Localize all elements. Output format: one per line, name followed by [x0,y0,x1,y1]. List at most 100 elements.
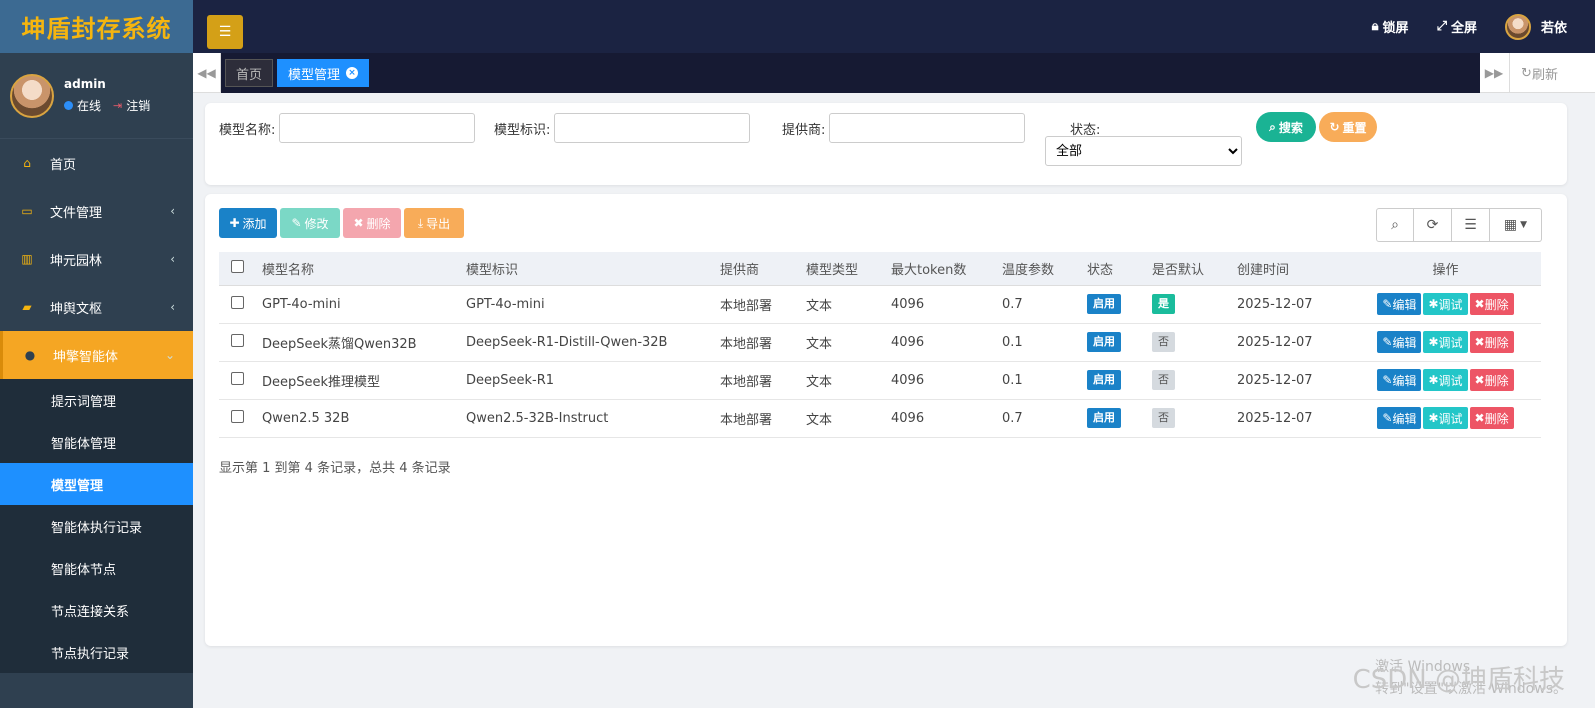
row-edit-button[interactable]: ✎ 编辑 [1377,293,1422,315]
row-checkbox[interactable] [231,295,244,309]
fullscreen-button[interactable]: ⤢ 全屏 [1437,17,1477,36]
provider-input[interactable] [829,113,1026,143]
search-button-label: 搜索 [1278,120,1303,135]
column-header[interactable]: 温度参数 [996,252,1081,286]
table-panel: ✚ 添加 ✎ 修改 ✖ 删除 ⤓ 导出 ⌕ ⟳ ☰ ▦ ▼ 模型名称 模型标识 提供商 模型类型… [205,194,1567,646]
submenu-item-0[interactable]: 提示词管理 [0,379,193,421]
status-cell: 启用 [1081,399,1146,438]
row-delete-button[interactable]: ✖ 删除 [1469,407,1514,429]
add-label: 添加 [242,216,267,231]
submenu-item-3[interactable]: 智能体执行记录 [0,505,193,547]
row-edit-button[interactable]: ✎ 编辑 [1377,369,1422,391]
column-header[interactable]: 模型名称 [256,252,460,286]
search-button[interactable]: ⌕ 搜索 [1256,112,1316,142]
toggle-view-button[interactable]: ☰ [1452,208,1490,242]
column-header[interactable]: 提供商 [714,252,800,286]
bug-icon: ✱ [1428,373,1439,387]
menu-toggle-button[interactable]: ☰ [207,15,243,49]
column-header[interactable]: 最大token数 [885,252,996,286]
temperature-cell: 0.1 [996,361,1081,400]
lock-icon: 🔒︎ [1371,19,1379,34]
sidebar-item-4[interactable]: ● 坤擎智能体 ⌄ [0,331,193,379]
submenu-item-5[interactable]: 节点连接关系 [0,589,193,631]
model-name-input[interactable] [279,113,476,143]
columns-dropdown-button[interactable]: ▦ ▼ [1490,208,1542,242]
submenu-item-1[interactable]: 智能体管理 [0,421,193,463]
model-id-input[interactable] [554,113,751,143]
row-select-cell [219,285,256,324]
export-button[interactable]: ⤓ 导出 [404,208,464,238]
status-badge: 启用 [1087,370,1121,390]
bug-icon: ✱ [1428,335,1439,349]
sidebar-item-1[interactable]: ▭ 文件管理 ‹ [0,187,193,235]
column-header[interactable]: 模型类型 [800,252,885,286]
row-edit-label: 编辑 [1392,335,1417,350]
avatar [1504,13,1531,40]
column-header[interactable]: 创建时间 [1231,252,1344,286]
add-button[interactable]: ✚ 添加 [219,208,277,238]
column-header[interactable]: 状态 [1081,252,1146,286]
model-name-cell: DeepSeek蒸馏Qwen32B [256,323,460,362]
column-header[interactable]: 操作 [1344,252,1541,286]
edit-button[interactable]: ✎ 修改 [280,208,340,238]
row-edit-button[interactable]: ✎ 编辑 [1377,331,1422,353]
max-tokens-cell: 4096 [885,361,996,400]
status-select[interactable]: 全部 [1045,136,1242,166]
tab-model-management[interactable]: 模型管理 × [277,59,370,87]
provider-cell: 本地部署 [714,399,800,438]
sidebar-item-3[interactable]: ▰ 坤舆文枢 ‹ [0,283,193,331]
refresh-button[interactable]: ↻ 刷新 [1509,53,1569,93]
row-checkbox[interactable] [231,371,244,385]
sidebar-menu: ⌂ 首页 ▭ 文件管理 ‹ ▥ 坤元园林 ‹ ▰ 坤舆文枢 ‹ ● 坤擎智能体 ⌄ [0,139,193,379]
table-row[interactable]: DeepSeek推理模型 DeepSeek-R1 本地部署 文本 4096 0.1 启用 否 2… [219,361,1541,400]
lock-screen-button[interactable]: 🔒︎ 锁屏 [1372,17,1409,36]
tab-home[interactable]: 首页 [225,59,274,87]
sidebar-item-2[interactable]: ▥ 坤元园林 ‹ [0,235,193,283]
max-tokens-cell: 4096 [885,323,996,362]
user-menu[interactable]: 若依 [1504,13,1567,40]
submenu-item-2[interactable]: 模型管理 [0,463,193,505]
reset-button[interactable]: ↻ 重置 [1319,112,1377,142]
download-icon: ⤓ [417,215,424,230]
submenu-item-6[interactable]: 节点执行记录 [0,631,193,673]
provider-label: 提供商: [782,122,826,138]
close-tab-icon[interactable]: × [346,67,359,79]
close-icon: ✖ [353,216,364,230]
table-header-row: 模型名称 模型标识 提供商 模型类型 最大token数 温度参数 状态 是否默认 创建时间 操作 [219,252,1541,286]
row-delete-button[interactable]: ✖ 删除 [1469,369,1514,391]
select-all-checkbox[interactable] [231,259,244,273]
close-icon: ✖ [1474,297,1485,311]
row-debug-button[interactable]: ✱ 调试 [1423,407,1468,429]
refresh-table-button[interactable]: ⟳ [1414,208,1452,242]
avatar[interactable] [10,73,54,118]
row-delete-button[interactable]: ✖ 删除 [1469,331,1514,353]
row-checkbox[interactable] [231,409,244,423]
logout-icon[interactable]: ⇥ [113,99,122,112]
toggle-search-button[interactable]: ⌕ [1376,208,1414,242]
row-checkbox[interactable] [231,333,244,347]
row-edit-label: 编辑 [1392,373,1417,388]
close-icon: ✖ [1474,411,1485,425]
column-header[interactable]: 模型标识 [460,252,714,286]
sidebar-item-0[interactable]: ⌂ 首页 [0,139,193,187]
row-debug-button[interactable]: ✱ 调试 [1423,331,1468,353]
type-cell: 文本 [800,399,885,438]
submenu-item-4[interactable]: 智能体节点 [0,547,193,589]
delete-button[interactable]: ✖ 删除 [343,208,401,238]
temperature-cell: 0.1 [996,323,1081,362]
provider-cell: 本地部署 [714,285,800,324]
provider-cell: 本地部署 [714,323,800,362]
tabs-scroll-left-button[interactable]: ◀◀ [193,53,221,93]
table-row[interactable]: DeepSeek蒸馏Qwen32B DeepSeek-R1-Distill-Qwe… [219,323,1541,362]
caret-down-icon: ▼ [1520,220,1528,230]
row-edit-button[interactable]: ✎ 编辑 [1377,407,1422,429]
table-row[interactable]: GPT-4o-mini GPT-4o-mini 本地部署 文本 4096 0.7 启用是 20… [219,285,1541,324]
row-debug-button[interactable]: ✱ 调试 [1423,293,1468,315]
tabs-scroll-right-button[interactable]: ▶▶ [1480,53,1508,93]
column-header[interactable]: 是否默认 [1146,252,1231,286]
row-debug-button[interactable]: ✱ 调试 [1423,369,1468,391]
table-row[interactable]: Qwen2.5 32B Qwen2.5-32B-Instruct 本地部署 文本 409… [219,399,1541,438]
row-delete-button[interactable]: ✖ 删除 [1469,293,1514,315]
row-select-cell [219,399,256,438]
logout-link[interactable]: 注销 [126,97,150,114]
